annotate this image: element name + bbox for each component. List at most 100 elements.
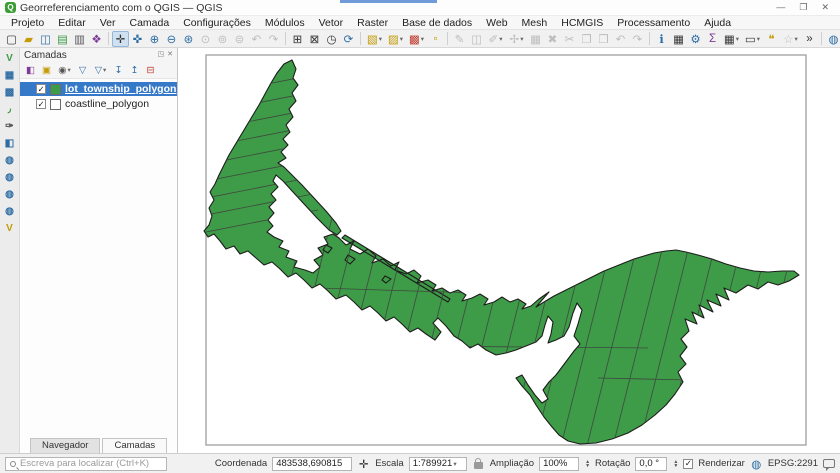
open-project-icon[interactable]: ▰: [20, 31, 37, 47]
add-vector-layer-icon[interactable]: V: [2, 51, 18, 66]
toggle-editing-icon[interactable]: ✎: [451, 31, 468, 47]
style-manager-icon[interactable]: ❖: [88, 31, 105, 47]
vertex-tool-icon[interactable]: ✢: [506, 31, 527, 47]
rotation-field[interactable]: 0,0 °: [635, 457, 667, 471]
refresh-icon[interactable]: ⟳: [340, 31, 357, 47]
crs-globe-icon[interactable]: ◍: [750, 456, 763, 472]
modify-attributes-icon[interactable]: ▦: [527, 31, 544, 47]
deselect-features-icon[interactable]: ▫: [427, 31, 444, 47]
open-table-icon[interactable]: ▦: [721, 31, 742, 47]
layer-checkbox[interactable]: ✓: [36, 99, 46, 109]
add-arcgis-layer-icon[interactable]: ◍: [2, 204, 18, 219]
coordinate-field[interactable]: 483538,690815: [272, 457, 352, 471]
rotation-spinner[interactable]: ▲▼: [673, 460, 678, 468]
magnifier-field[interactable]: 100%: [539, 457, 579, 471]
new-3d-map-view-icon[interactable]: ⊠: [306, 31, 323, 47]
layer-item-lot-township-polygon[interactable]: ✓ lot_township_polygon: [20, 82, 177, 96]
pan-map-icon[interactable]: ✛: [112, 31, 129, 47]
layer-item-coastline-polygon[interactable]: ✓ coastline_polygon: [20, 97, 177, 111]
menu-camada[interactable]: Camada: [122, 15, 176, 30]
paste-features-icon[interactable]: ❒: [595, 31, 612, 47]
identify-features-icon[interactable]: ℹ: [653, 31, 670, 47]
menu-ajuda[interactable]: Ajuda: [697, 15, 738, 30]
web-globe-icon[interactable]: ◍: [825, 31, 840, 47]
menu-modulos[interactable]: Módulos: [258, 15, 312, 30]
remove-layer-icon[interactable]: ⊟: [143, 64, 158, 77]
lock-scale-icon[interactable]: [474, 462, 483, 469]
add-wfs-layer-icon[interactable]: ◍: [2, 187, 18, 202]
redo-icon[interactable]: ↷: [629, 31, 646, 47]
menu-vetor[interactable]: Vetor: [312, 15, 351, 30]
save-edits-icon[interactable]: ◫: [468, 31, 485, 47]
select-by-value-icon[interactable]: ▨: [385, 31, 406, 47]
menu-web[interactable]: Web: [479, 15, 514, 30]
locator-search-input[interactable]: Escreva para localizar (Ctrl+K): [5, 457, 167, 471]
coordinate-extent-icon[interactable]: ✛: [357, 456, 370, 472]
new-map-view-icon[interactable]: ⊞: [289, 31, 306, 47]
panel-float-icon[interactable]: ◳: [158, 50, 165, 62]
toolbar-overflow-icon[interactable]: »: [801, 31, 818, 47]
add-wcs-layer-icon[interactable]: ◍: [2, 170, 18, 185]
layer-checkbox[interactable]: ✓: [36, 84, 46, 94]
copy-features-icon[interactable]: ❐: [578, 31, 595, 47]
zoom-in-icon[interactable]: ⊕: [146, 31, 163, 47]
map-tips-icon[interactable]: ❝: [763, 31, 780, 47]
filter-legend-icon[interactable]: ▽: [75, 64, 90, 77]
collapse-all-icon[interactable]: ↥: [127, 64, 142, 77]
map-canvas[interactable]: [178, 48, 840, 453]
menu-mesh[interactable]: Mesh: [515, 15, 555, 30]
layer-name[interactable]: lot_township_polygon: [65, 83, 176, 95]
scale-select[interactable]: 1:789921: [409, 457, 467, 471]
open-layer-styling-icon[interactable]: ◧: [23, 64, 38, 77]
zoom-next-icon[interactable]: ↷: [265, 31, 282, 47]
add-raster-layer-icon[interactable]: ▦: [2, 68, 18, 83]
restore-button[interactable]: ❐: [799, 2, 807, 13]
temporal-controller-icon[interactable]: ◷: [323, 31, 340, 47]
filter-by-expression-icon[interactable]: ▽: [91, 64, 110, 77]
add-virtual-raster-icon[interactable]: ◧: [2, 136, 18, 151]
new-project-icon[interactable]: ▢: [3, 31, 20, 47]
manage-map-themes-icon[interactable]: ◉: [55, 64, 74, 77]
layout-manager-icon[interactable]: ▥: [71, 31, 88, 47]
pan-to-selection-icon[interactable]: ✜: [129, 31, 146, 47]
render-checkbox[interactable]: ✓: [683, 459, 693, 469]
menu-processamento[interactable]: Processamento: [610, 15, 697, 30]
save-project-icon[interactable]: ◫: [37, 31, 54, 47]
new-virtual-layer-icon[interactable]: V: [2, 221, 18, 236]
expand-all-icon[interactable]: ↧: [111, 64, 126, 77]
zoom-native-icon[interactable]: ⊜: [231, 31, 248, 47]
processing-toolbox-icon[interactable]: ⚙: [687, 31, 704, 47]
add-spatialite-layer-icon[interactable]: ✑: [2, 119, 18, 134]
menu-configuracoes[interactable]: Configurações: [176, 15, 258, 30]
zoom-last-icon[interactable]: ↶: [248, 31, 265, 47]
add-group-icon[interactable]: ▣: [39, 64, 54, 77]
menu-raster[interactable]: Raster: [350, 15, 395, 30]
measure-icon[interactable]: ▭: [742, 31, 763, 47]
messages-icon[interactable]: [823, 459, 835, 468]
panel-close-icon[interactable]: ✕: [167, 50, 173, 62]
select-features-icon[interactable]: ▧: [364, 31, 385, 47]
statistics-icon[interactable]: Σ: [704, 31, 721, 47]
tab-camadas[interactable]: Camadas: [102, 438, 167, 453]
add-wms-layer-icon[interactable]: ◍: [2, 153, 18, 168]
menu-hcmgis[interactable]: HCMGIS: [554, 15, 610, 30]
menu-editar[interactable]: Editar: [51, 15, 92, 30]
delete-selected-icon[interactable]: ✖: [544, 31, 561, 47]
cut-features-icon[interactable]: ✂: [561, 31, 578, 47]
zoom-full-icon[interactable]: ⊛: [180, 31, 197, 47]
attribute-table-icon[interactable]: ▦: [670, 31, 687, 47]
add-delimited-text-layer-icon[interactable]: ٫: [2, 102, 18, 117]
layer-name[interactable]: coastline_polygon: [65, 98, 149, 110]
zoom-to-layer-icon[interactable]: ⊚: [214, 31, 231, 47]
spatial-bookmark-icon[interactable]: ☆: [780, 31, 801, 47]
magnifier-spinner[interactable]: ▲▼: [585, 460, 590, 468]
zoom-out-icon[interactable]: ⊖: [163, 31, 180, 47]
digitize-icon[interactable]: ✐: [485, 31, 506, 47]
menu-base-de-dados[interactable]: Base de dados: [395, 15, 479, 30]
crs-status[interactable]: EPSG:2291: [768, 458, 818, 469]
undo-icon[interactable]: ↶: [612, 31, 629, 47]
menu-projeto[interactable]: Projeto: [4, 15, 51, 30]
new-print-layout-icon[interactable]: ▤: [54, 31, 71, 47]
select-by-expression-icon[interactable]: ▩: [406, 31, 427, 47]
minimize-button[interactable]: —: [776, 2, 785, 13]
